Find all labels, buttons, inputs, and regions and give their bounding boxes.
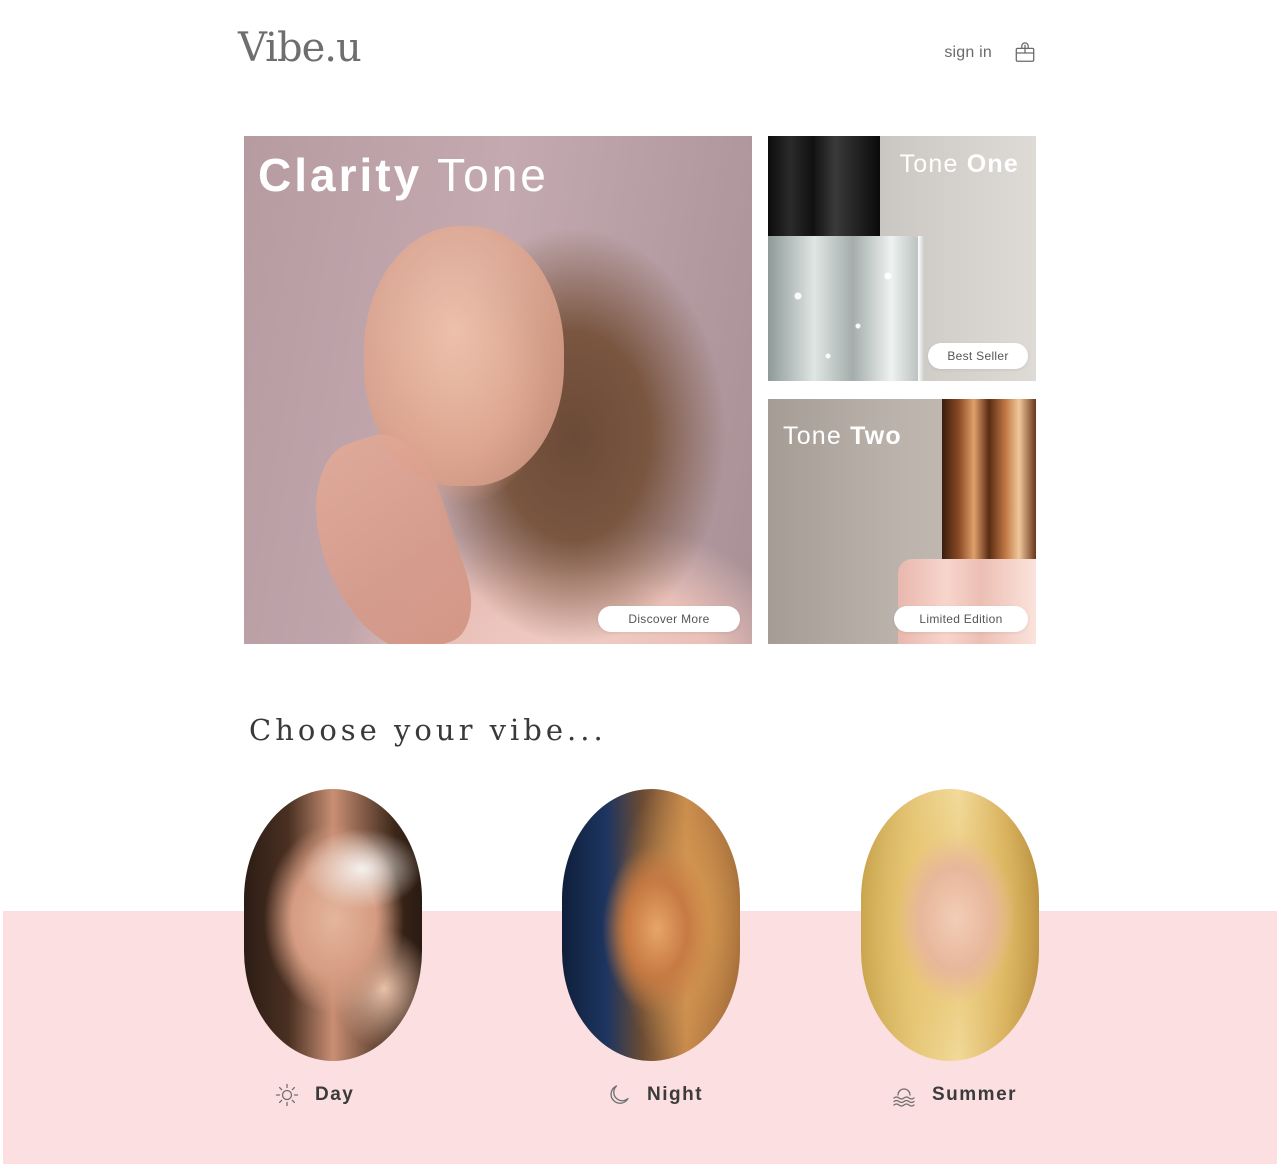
tone-two-title: Tone Two — [783, 422, 902, 451]
vibe-option-night[interactable]: Night — [607, 1083, 703, 1107]
sun-icon — [275, 1083, 299, 1107]
vibe-card-summer[interactable] — [861, 789, 1039, 1061]
product-card-tone-one[interactable]: Tone One Best Seller — [768, 136, 1036, 381]
hero-title-bold: Clarity — [258, 149, 423, 201]
vibe-option-summer[interactable]: Summer — [892, 1083, 1017, 1107]
vibe-label-summer: Summer — [932, 1084, 1018, 1105]
bottle-cap-image — [768, 136, 880, 244]
serum-bottle-image — [768, 236, 922, 381]
moon-icon — [610, 1085, 629, 1104]
vibe-label-night: Night — [647, 1084, 704, 1105]
limited-edition-badge[interactable]: Limited Edition — [894, 606, 1028, 632]
tone-one-title-bold: One — [966, 150, 1019, 178]
bottle-cap-image — [942, 399, 1036, 564]
best-seller-badge[interactable]: Best Seller — [928, 343, 1028, 369]
tone-two-title-bold: Two — [850, 422, 902, 450]
hero-title: Clarity Tone — [258, 148, 549, 202]
sunset-waves-icon — [893, 1088, 915, 1107]
tone-one-title: Tone One — [900, 150, 1019, 179]
product-card-tone-two[interactable]: Tone Two Limited Edition — [768, 399, 1036, 644]
shopping-bag-icon[interactable] — [1014, 42, 1036, 64]
discover-more-button[interactable]: Discover More — [598, 606, 740, 632]
sign-in-link[interactable]: sign in — [944, 44, 992, 62]
bottle-glass-edge — [918, 236, 924, 381]
tone-two-title-light: Tone — [783, 422, 843, 450]
night-portrait-image — [562, 789, 740, 1061]
vibe-option-day[interactable]: Day — [275, 1083, 354, 1107]
vibe-card-day[interactable] — [244, 789, 422, 1061]
hero-title-light: Tone — [437, 149, 549, 201]
tone-one-title-light: Tone — [899, 150, 959, 178]
header-nav: sign in — [944, 42, 1036, 64]
summer-portrait-image — [861, 789, 1039, 1061]
brand-logo[interactable]: Vibe.u — [238, 28, 362, 68]
day-portrait-image — [244, 789, 422, 1061]
hero-card-clarity-tone[interactable]: Clarity Tone Discover More — [244, 136, 752, 644]
vibe-card-night[interactable] — [562, 789, 740, 1061]
vibe-label-day: Day — [315, 1084, 355, 1105]
section-title: Choose your vibe... — [249, 713, 607, 747]
